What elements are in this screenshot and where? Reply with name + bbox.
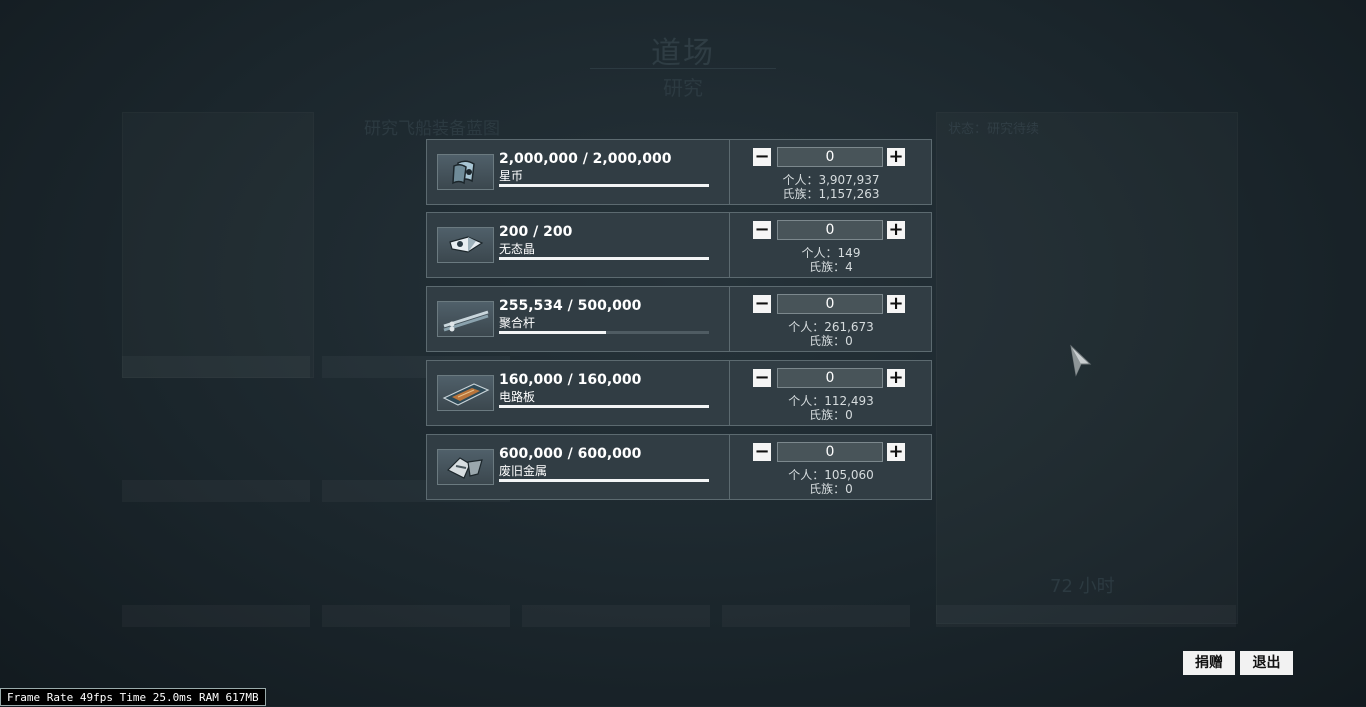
quantity-input[interactable] bbox=[777, 220, 883, 240]
exit-button[interactable]: 退出 bbox=[1240, 651, 1293, 675]
background-research-heading: 研究飞船装备蓝图 bbox=[364, 119, 500, 139]
increase-button[interactable]: + bbox=[887, 295, 905, 313]
background-divider bbox=[590, 68, 776, 69]
donation-row-salvage: 600,000 / 600,000 废旧金属 − + 个人：105,060 氏族… bbox=[426, 434, 932, 500]
resource-amount: 200 / 200 bbox=[499, 224, 573, 240]
argon-crystal-icon bbox=[437, 227, 494, 263]
donation-row-circuits: 160,000 / 160,000 电路板 − + 个人：112,493 氏族：… bbox=[426, 360, 932, 426]
resource-name: 电路板 bbox=[499, 390, 536, 404]
circuits-icon bbox=[437, 375, 494, 411]
resource-amount: 160,000 / 160,000 bbox=[499, 372, 642, 388]
increase-button[interactable]: + bbox=[887, 443, 905, 461]
background-card bbox=[322, 605, 510, 627]
resource-amount: 2,000,000 / 2,000,000 bbox=[499, 151, 672, 167]
quantity-input[interactable] bbox=[777, 442, 883, 462]
resource-name: 无态晶 bbox=[499, 242, 536, 256]
donate-button[interactable]: 捐赠 bbox=[1183, 651, 1235, 675]
resource-amount: 600,000 / 600,000 bbox=[499, 446, 642, 462]
progress-bar bbox=[499, 405, 709, 408]
background-subtitle: 研究 bbox=[663, 76, 703, 100]
frame-rate-overlay: Frame Rate 49fps Time 25.0ms RAM 617MB bbox=[0, 688, 266, 706]
increase-button[interactable]: + bbox=[887, 369, 905, 387]
background-card bbox=[936, 605, 1236, 627]
background-hours: 72 小时 bbox=[1050, 576, 1115, 597]
quantity-input[interactable] bbox=[777, 368, 883, 388]
donation-row-credits: 2,000,000 / 2,000,000 星币 − + 个人：3,907,93… bbox=[426, 139, 932, 205]
clan-count: 氏族：0 bbox=[809, 408, 853, 422]
decrease-button[interactable]: − bbox=[753, 369, 771, 387]
clan-count: 氏族：4 bbox=[809, 260, 853, 274]
progress-bar bbox=[499, 184, 709, 187]
increase-button[interactable]: + bbox=[887, 221, 905, 239]
decrease-button[interactable]: − bbox=[753, 443, 771, 461]
background-card bbox=[122, 356, 310, 378]
background-preview-panel bbox=[122, 112, 314, 378]
salvage-icon bbox=[437, 449, 494, 485]
quantity-input[interactable] bbox=[777, 294, 883, 314]
clan-count: 氏族：0 bbox=[809, 334, 853, 348]
donation-row-polymer-bundle: 255,534 / 500,000 聚合杆 − + 个人：261,673 氏族：… bbox=[426, 286, 932, 352]
resource-name: 聚合杆 bbox=[499, 316, 536, 330]
resource-amount: 255,534 / 500,000 bbox=[499, 298, 642, 314]
decrease-button[interactable]: − bbox=[753, 221, 771, 239]
resource-name: 废旧金属 bbox=[499, 464, 548, 478]
increase-button[interactable]: + bbox=[887, 148, 905, 166]
decrease-button[interactable]: − bbox=[753, 295, 771, 313]
decrease-button[interactable]: − bbox=[753, 148, 771, 166]
resource-name: 星币 bbox=[499, 169, 524, 183]
background-card bbox=[722, 605, 910, 627]
background-card bbox=[522, 605, 710, 627]
quantity-input[interactable] bbox=[777, 147, 883, 167]
clan-count: 氏族：0 bbox=[809, 482, 853, 496]
progress-bar bbox=[499, 331, 709, 334]
clan-count: 氏族：1,157,263 bbox=[782, 187, 880, 201]
credits-icon bbox=[437, 154, 494, 190]
progress-bar bbox=[499, 257, 709, 260]
background-card bbox=[122, 605, 310, 627]
donation-row-argon-crystal: 200 / 200 无态晶 − + 个人：149 氏族：4 bbox=[426, 212, 932, 278]
mouse-cursor-icon bbox=[1070, 344, 1092, 377]
polymer-bundle-icon bbox=[437, 301, 494, 337]
background-title: 道场 bbox=[651, 36, 715, 71]
background-card bbox=[122, 480, 310, 502]
progress-bar bbox=[499, 479, 709, 482]
